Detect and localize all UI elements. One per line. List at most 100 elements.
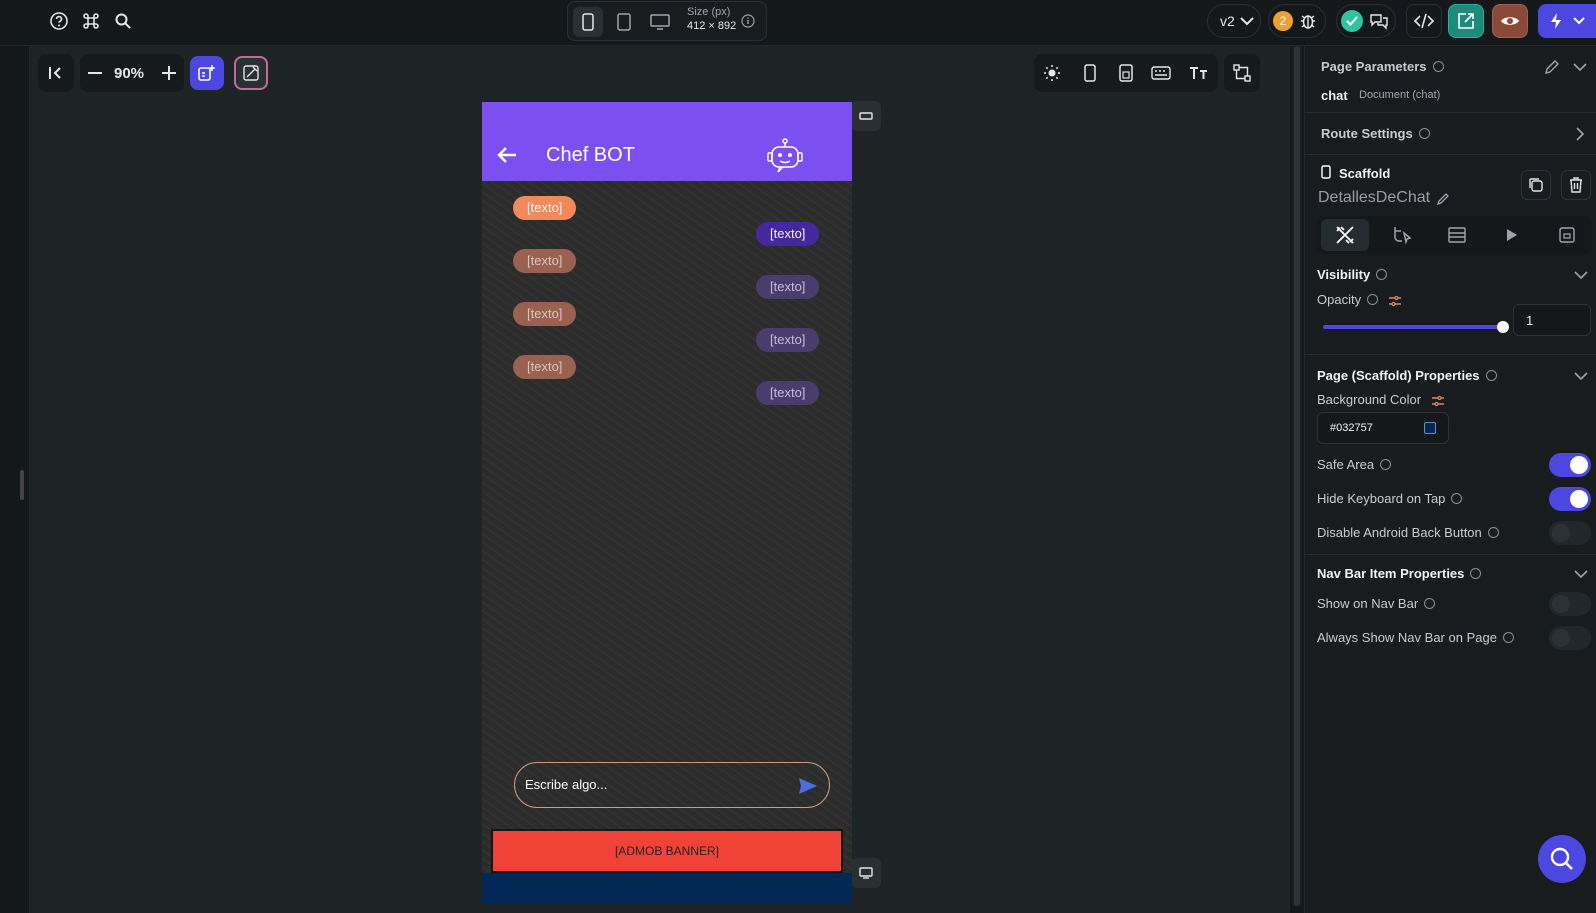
back-arrow-icon[interactable] — [496, 144, 518, 166]
chevron-down-icon[interactable] — [1573, 267, 1589, 283]
tab-properties[interactable] — [1321, 219, 1369, 251]
message-input[interactable]: Escribe algo... — [514, 762, 830, 808]
send-icon[interactable] — [797, 775, 819, 797]
tab-actions[interactable] — [1378, 219, 1426, 251]
chevron-down-icon[interactable] — [1571, 58, 1589, 76]
command-icon[interactable] — [80, 10, 102, 32]
chevron-down-icon[interactable] — [1573, 566, 1589, 582]
widget-tree-icon[interactable] — [1232, 63, 1252, 83]
variable-icon[interactable] — [1431, 395, 1445, 407]
opacity-label-row: Opacity — [1317, 292, 1402, 307]
chat-bubble-right: [texto] — [756, 275, 820, 299]
copy-icon — [1529, 178, 1543, 192]
issues-pill[interactable]: 2 — [1268, 4, 1326, 38]
tablet-device-button[interactable] — [609, 7, 639, 37]
rename-icon[interactable] — [1435, 191, 1451, 207]
version-dropdown[interactable]: v2 — [1207, 4, 1261, 38]
resize-icon — [859, 112, 873, 120]
add-widget-button[interactable] — [190, 56, 224, 90]
properties-panel: Page Parameters chat Document (chat) Rou… — [1304, 46, 1596, 913]
help-search-button[interactable] — [1538, 835, 1586, 883]
disable-back-toggle[interactable] — [1549, 521, 1591, 545]
issues-count-badge: 2 — [1273, 11, 1293, 31]
opacity-input[interactable]: 1 — [1513, 304, 1591, 336]
toggle-knob — [1570, 490, 1588, 508]
zoom-out-icon[interactable] — [86, 64, 104, 82]
background-color-label: Background Color — [1317, 392, 1422, 407]
text-size-icon[interactable] — [1188, 63, 1210, 83]
preview-button[interactable] — [1492, 4, 1528, 38]
database-icon — [1448, 227, 1466, 243]
help-icon[interactable] — [48, 10, 70, 32]
visibility-section-title[interactable]: Visibility — [1317, 267, 1388, 282]
duplicate-button[interactable] — [1521, 170, 1551, 200]
code-icon — [1414, 13, 1434, 29]
expand-width-button[interactable] — [851, 101, 881, 131]
open-external-button[interactable] — [1448, 4, 1484, 38]
background-color-input[interactable]: #032757 — [1317, 412, 1449, 444]
device-layout-icon[interactable] — [1116, 63, 1136, 83]
visibility-label: Visibility — [1317, 267, 1371, 282]
hide-keyboard-toggle[interactable] — [1549, 487, 1591, 511]
phone-device-button[interactable] — [573, 7, 603, 37]
chevron-right-icon[interactable] — [1571, 125, 1589, 143]
status-pill[interactable] — [1336, 4, 1396, 38]
canvas-scrollbar[interactable] — [1292, 46, 1302, 906]
page-parameters-title[interactable]: Page Parameters — [1321, 59, 1444, 74]
hide-keyboard-label: Hide Keyboard on Tap — [1317, 491, 1463, 506]
info-icon[interactable] — [740, 13, 756, 29]
edit-icon[interactable] — [1543, 58, 1561, 76]
opacity-slider[interactable] — [1323, 321, 1509, 333]
route-settings-row[interactable]: Route Settings — [1321, 126, 1430, 141]
opacity-value: 1 — [1526, 313, 1534, 328]
magic-edit-icon — [243, 65, 259, 81]
tab-documentation[interactable] — [1543, 219, 1591, 251]
search-icon[interactable] — [112, 10, 134, 32]
size-value: 412 × 892 — [687, 20, 737, 32]
chat-bubble-right: [texto] — [756, 381, 820, 405]
delete-button[interactable] — [1561, 170, 1591, 200]
scaffold-properties-title[interactable]: Page (Scaffold) Properties — [1317, 368, 1497, 383]
safe-area-text: Safe Area — [1317, 457, 1375, 472]
scaffold-phone-icon — [1319, 164, 1333, 180]
toggle-knob — [1552, 524, 1570, 542]
chevron-down-icon — [1573, 17, 1585, 25]
eye-icon — [1501, 17, 1519, 25]
chevron-down-icon[interactable] — [1573, 368, 1589, 384]
keyboard-icon[interactable] — [1150, 63, 1172, 83]
safe-area-toggle[interactable] — [1549, 453, 1591, 477]
chat-bubble-left: [texto] — [513, 355, 577, 379]
collapse-panel-icon[interactable] — [47, 64, 65, 82]
disable-back-text: Disable Android Back Button — [1317, 525, 1482, 540]
tab-animations[interactable] — [1488, 219, 1536, 251]
variable-icon[interactable] — [1388, 295, 1402, 307]
navbar-section-title[interactable]: Nav Bar Item Properties — [1317, 566, 1482, 581]
show-navbar-text: Show on Nav Bar — [1317, 596, 1419, 611]
info-icon — [1502, 632, 1514, 644]
zoom-value[interactable]: 90% — [114, 65, 144, 82]
code-view-button[interactable] — [1406, 4, 1442, 38]
collapse-group — [38, 54, 74, 92]
sun-icon[interactable] — [1042, 63, 1062, 83]
run-button[interactable] — [1538, 4, 1596, 38]
bottom-frame-button[interactable] — [851, 858, 881, 888]
color-swatch[interactable] — [1424, 422, 1436, 434]
opacity-slider-thumb[interactable] — [1497, 321, 1509, 333]
always-show-navbar-label: Always Show Nav Bar on Page — [1317, 630, 1514, 645]
phone-frame-icon[interactable] — [1080, 63, 1100, 83]
zoom-in-icon[interactable] — [160, 64, 178, 82]
show-navbar-toggle[interactable] — [1549, 592, 1591, 616]
tab-backend-query[interactable] — [1433, 219, 1481, 251]
navbar-section-label: Nav Bar Item Properties — [1317, 566, 1465, 581]
chevron-down-icon — [1240, 17, 1254, 26]
route-settings-label: Route Settings — [1321, 126, 1413, 141]
always-show-navbar-toggle[interactable] — [1549, 626, 1591, 650]
ai-edit-button[interactable] — [234, 56, 268, 90]
document-icon — [1559, 227, 1575, 243]
desktop-device-button[interactable] — [645, 7, 675, 37]
rail-handle[interactable] — [20, 470, 24, 500]
chat-bubble-left: [texto] — [513, 196, 577, 220]
chat-bubble-left: [texto] — [513, 302, 577, 326]
tools-icon — [1336, 226, 1354, 244]
chat-bubble-left: [texto] — [513, 249, 577, 273]
